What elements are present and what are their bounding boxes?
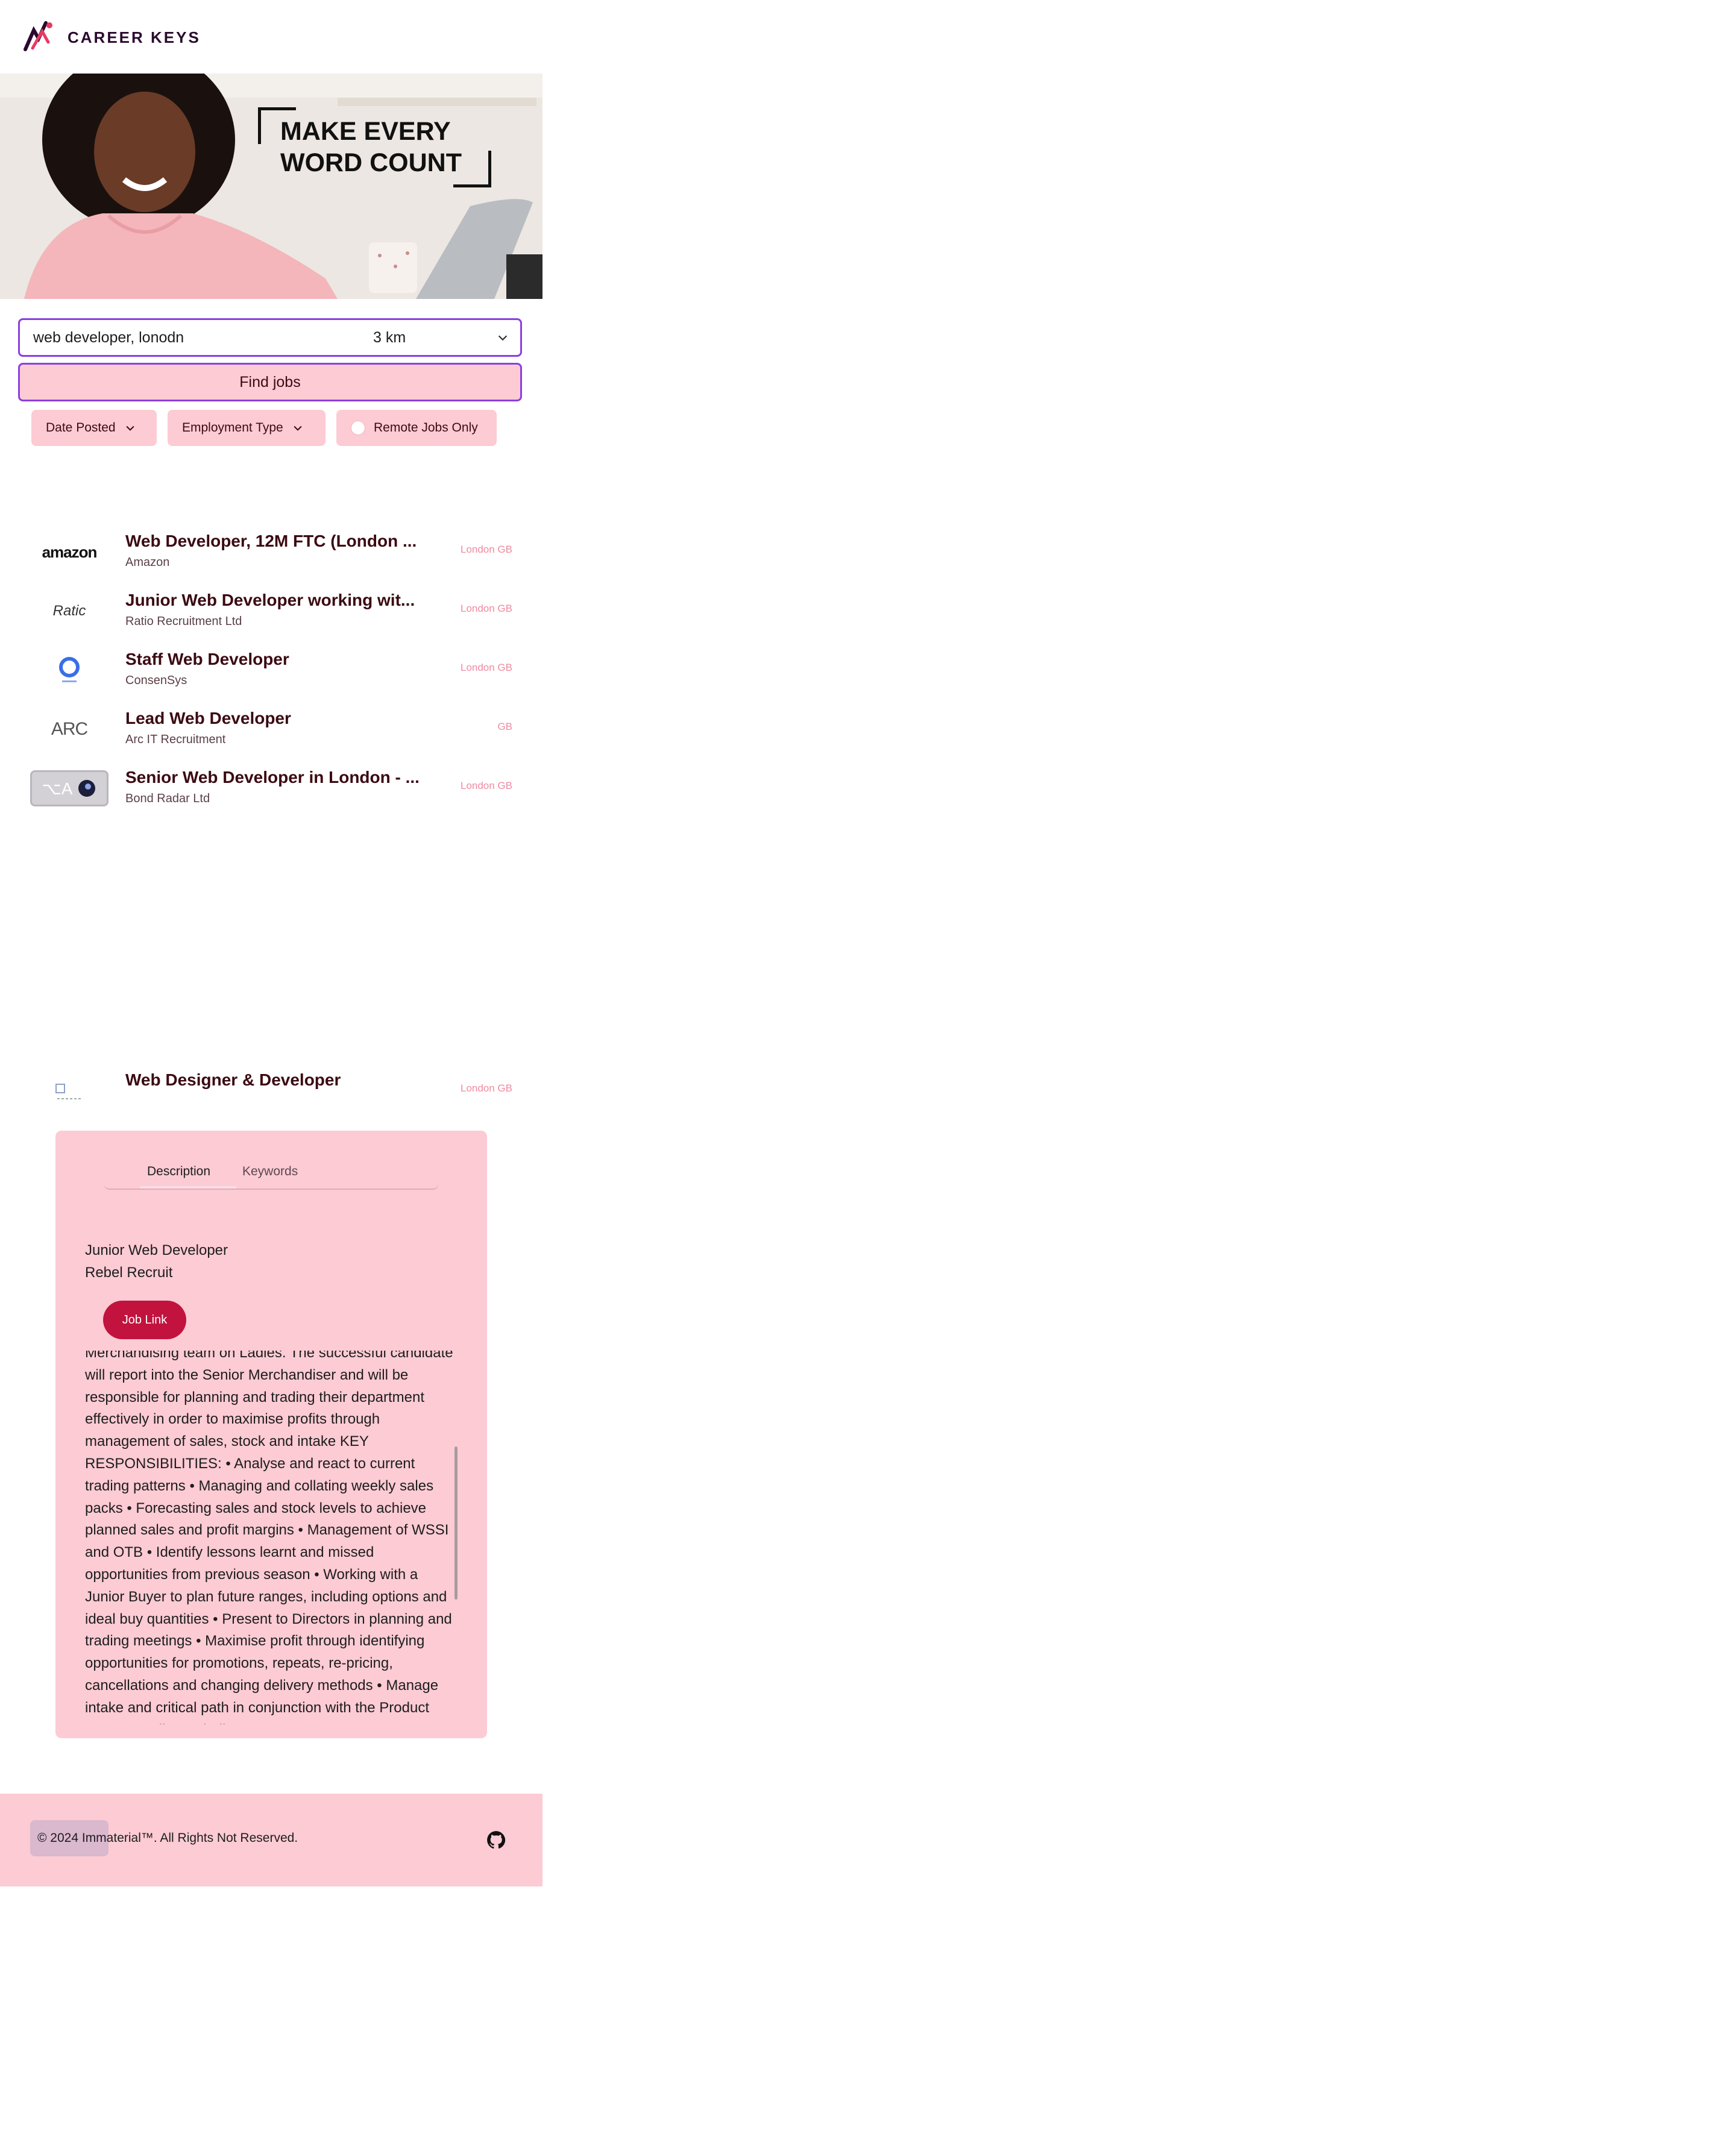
hero-headline-line2: WORD COUNT (280, 148, 462, 177)
search-bar: 3 km (18, 318, 522, 357)
company-logo (30, 1073, 108, 1109)
job-list-item-selected[interactable]: Web Designer & Developer London GB (30, 1070, 530, 1125)
active-tab-indicator (140, 1186, 236, 1189)
company-logo: Ratic (52, 603, 86, 619)
radius-select[interactable]: 3 km (373, 329, 496, 347)
description-scroll-area[interactable]: Merchandising team on Ladies. The succes… (85, 1351, 460, 1724)
job-detail-panel: Description Keywords Junior Web Develope… (55, 1131, 487, 1738)
remote-only-label: Remote Jobs Only (374, 421, 478, 435)
job-description: Merchandising team on Ladies. The succes… (85, 1351, 453, 1724)
job-title: Web Developer, 12M FTC (London ... (125, 532, 417, 550)
remote-only-toggle[interactable]: Remote Jobs Only (336, 410, 497, 446)
company-logo: amazon (42, 542, 98, 561)
hero-banner: MAKE EVERY WORD COUNT (0, 74, 542, 299)
job-location: London GB (460, 544, 512, 555)
chevron-down-icon (294, 426, 302, 431)
job-title: Lead Web Developer (125, 709, 291, 727)
chevron-down-icon[interactable] (496, 331, 509, 344)
company-logo: ⌥A (30, 770, 108, 806)
detail-job-title: Junior Web Developer (85, 1242, 228, 1258)
logo-mark-icon (24, 21, 52, 51)
tab-keywords[interactable]: Keywords (242, 1164, 298, 1179)
job-company: ConsenSys (125, 674, 187, 687)
consensys-logo-icon (59, 657, 80, 682)
footer-copyright: © 2024 Immaterial™. All Rights Not Reser… (37, 1831, 298, 1845)
job-list-item[interactable]: ARC Lead Web Developer Arc IT Recruitmen… (30, 709, 530, 763)
github-icon[interactable] (486, 1830, 506, 1850)
date-posted-filter[interactable]: Date Posted (31, 410, 157, 446)
job-company: Bond Radar Ltd (125, 792, 210, 805)
detail-header: Junior Web Developer Rebel Recruit (85, 1239, 228, 1284)
hero-headline-line1: MAKE EVERY (280, 117, 451, 146)
chevron-down-icon (126, 426, 134, 431)
description-scrollbar[interactable] (454, 1446, 458, 1600)
broken-image-icon (55, 1084, 81, 1099)
date-posted-label: Date Posted (46, 421, 116, 435)
find-jobs-button[interactable]: Find jobs (18, 363, 522, 401)
brand-name: CAREER KEYS (68, 28, 201, 46)
job-location: London GB (460, 1082, 512, 1094)
employment-type-label: Employment Type (182, 421, 283, 435)
hero-headline: MAKE EVERY WORD COUNT (280, 116, 462, 178)
job-location: GB (497, 721, 512, 732)
bond-radar-logo-icon (78, 780, 96, 797)
brand-logo[interactable]: CAREER KEYS (22, 18, 201, 57)
job-title: Junior Web Developer working wit... (125, 591, 415, 609)
company-logo: ARC (51, 719, 88, 739)
company-logo (30, 652, 108, 688)
job-location: London GB (460, 780, 512, 791)
job-title: Web Designer & Developer (125, 1070, 341, 1089)
footer: © 2024 Immaterial™. All Rights Not Reser… (0, 1794, 542, 1886)
job-title: Staff Web Developer (125, 650, 289, 668)
job-company: Arc IT Recruitment (125, 733, 226, 746)
job-list-item[interactable]: amazon Web Developer, 12M FTC (London ..… (30, 532, 530, 586)
job-company: Ratio Recruitment Ltd (125, 615, 242, 628)
job-list-item[interactable]: ⌥A Senior Web Developer in London - ... … (30, 768, 530, 822)
employment-type-filter[interactable]: Employment Type (168, 410, 326, 446)
detail-tabs: Description Keywords (104, 1151, 439, 1190)
job-list-item[interactable]: Staff Web Developer ConsenSys London GB (30, 650, 530, 704)
detail-company: Rebel Recruit (85, 1264, 173, 1281)
job-location: London GB (460, 603, 512, 614)
toggle-switch[interactable] (351, 421, 365, 435)
job-link-button[interactable]: Job Link (103, 1301, 186, 1339)
search-input[interactable] (32, 328, 348, 347)
job-title: Senior Web Developer in London - ... (125, 768, 420, 787)
job-company: Amazon (125, 556, 170, 569)
job-location: London GB (460, 662, 512, 673)
tab-description[interactable]: Description (147, 1164, 210, 1179)
job-list-item[interactable]: Ratic Junior Web Developer working wit..… (30, 591, 530, 645)
